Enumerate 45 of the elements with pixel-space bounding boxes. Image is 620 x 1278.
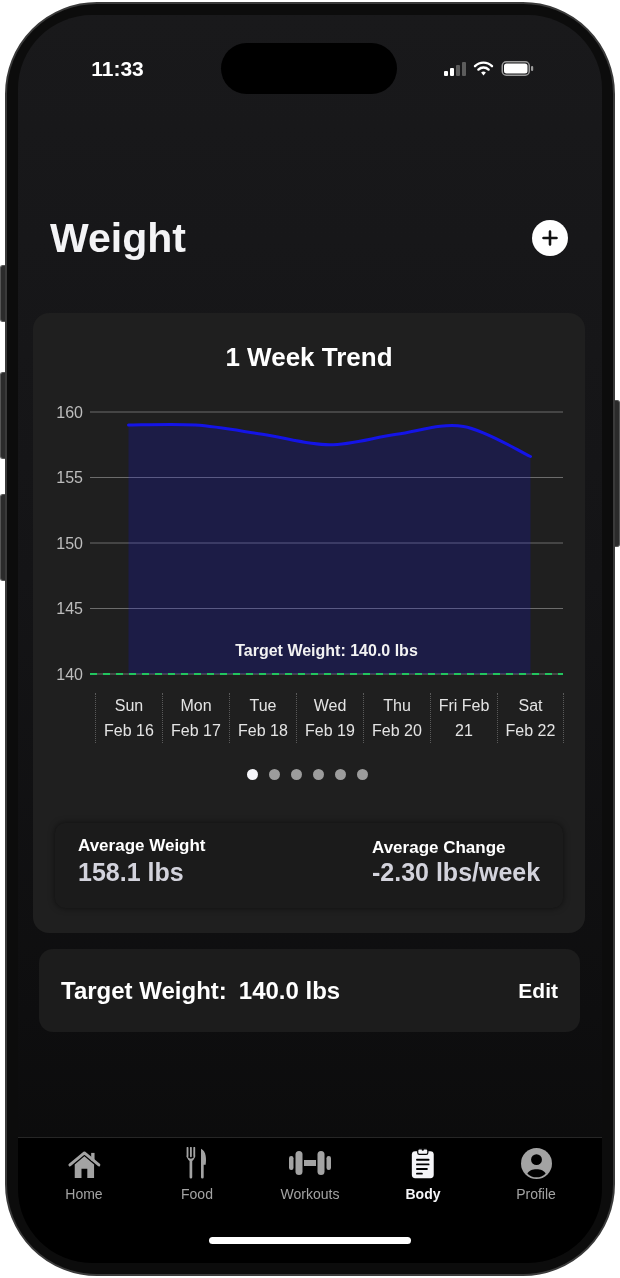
target-line-label: Target Weight: 140.0 lbs [235,641,418,659]
card-title: 1 Week Trend [224,341,394,374]
battery-icon [501,61,534,76]
edit-button[interactable]: Edit [518,978,558,1003]
page-dot[interactable] [356,769,368,780]
tab-button[interactable]: Food [140,1147,254,1203]
tab-button[interactable]: Workouts [253,1147,367,1203]
page-dot[interactable] [268,769,280,780]
page-dot[interactable] [290,769,302,780]
tab-button[interactable]: Profile [479,1147,593,1203]
dumbbell-icon [289,1150,331,1176]
axis-day-label: Wed Feb 19 [296,693,363,743]
axis-day-label: Mon Feb 17 [162,693,229,743]
axis-day-label: Fri Feb 21 [430,693,497,743]
stat-value: 158.1 lbs [78,857,184,887]
target-value: 140.0 lbs [238,976,341,1005]
add-button[interactable] [532,220,568,256]
axis-tick-label: 150 [56,534,83,552]
axis-tick-label: 140 [56,665,83,683]
person-circle-icon [520,1148,552,1179]
signal-icon [444,61,466,76]
stat-value: -2.30 lbs/week [372,857,541,887]
phone-side-key [0,265,5,322]
plus-icon [542,230,558,246]
axis-tick-label: 145 [56,600,83,618]
stat-label: Average Change [372,837,506,859]
axis-day-label: Sat Feb 22 [497,693,564,743]
stat-label: Average Weight [78,835,206,857]
clipboard-icon [411,1147,435,1179]
page-dot[interactable] [334,769,346,780]
fork-knife-icon [185,1147,209,1179]
axis-day-label: Tue Feb 18 [229,693,296,743]
tab-button[interactable]: Home [27,1147,141,1203]
page-title: Weight [50,214,186,263]
wifi-icon [473,61,494,76]
status-time: 11:33 [91,55,144,82]
page-dot[interactable] [312,769,324,780]
target-label: Target Weight: [61,976,227,1005]
axis-day-label: Thu Feb 20 [363,693,430,743]
page-dot[interactable] [246,769,258,780]
axis-day-label: Sun Feb 16 [95,693,162,743]
axis-tick-label: 160 [56,403,83,421]
axis-tick-label: 155 [56,469,83,487]
house-icon [66,1150,102,1179]
tab-button[interactable]: Body [366,1147,480,1203]
